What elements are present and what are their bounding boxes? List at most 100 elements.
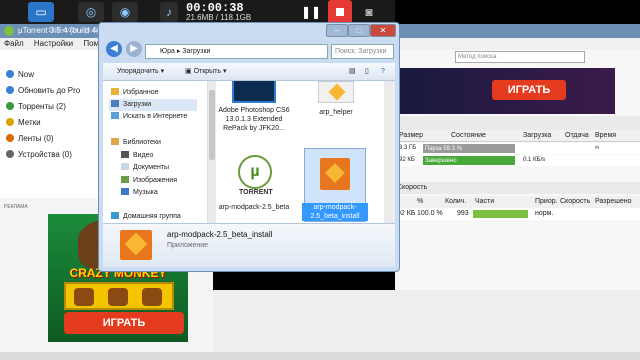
view-options-icon[interactable]: ▤ [349, 63, 356, 81]
col-status[interactable]: Состояние [451, 130, 486, 142]
menu-file[interactable]: Файл [4, 39, 24, 48]
torrents-icon [6, 102, 14, 110]
installer-icon [120, 230, 152, 260]
web-search-icon [111, 112, 119, 119]
file-name-arp-torrent[interactable]: arp-modpack-2.5_beta [218, 203, 290, 212]
status-progress-bar: Завершено [423, 156, 515, 165]
help-icon[interactable]: ? [381, 63, 385, 81]
sidebar-item-devices[interactable]: Устройства (0) [6, 148, 72, 162]
top-ad-play-button[interactable]: ИГРАТЬ [492, 80, 566, 100]
file-name-photoshop[interactable]: Adobe Photoshop CS6 13.0.1.3 Extended Re… [218, 106, 290, 133]
col-upload[interactable]: Отдача [565, 130, 589, 142]
preview-pane-icon[interactable]: ▯ [365, 63, 369, 81]
explorer-toolbar: Упорядочить ▾ ▣ Открыть ▾ ▤ ▯ ? [103, 63, 395, 81]
gamepad-icon[interactable]: ◎ [78, 2, 104, 22]
back-button[interactable]: ◀ [106, 41, 122, 57]
torrent-list-header: Размер Состояние Загрузка Отдача Время [395, 130, 640, 142]
maximize-button[interactable]: □ [348, 24, 370, 37]
label-icon [6, 118, 14, 126]
ad-play-button[interactable]: ИГРАТЬ [64, 312, 184, 334]
ad-label: РЕКЛАМА [4, 204, 28, 210]
rss-icon [6, 134, 14, 142]
utorrent-bottom-panel [213, 290, 640, 360]
microphone-icon[interactable]: ♪ [160, 2, 178, 22]
camera-icon[interactable]: ◙ [358, 2, 380, 22]
explorer-search-input[interactable]: Поиск: Загрузки [331, 44, 394, 59]
utorrent-sidebar: Now Обновить до Pro Торренты (2) Метки Л… [0, 50, 102, 198]
stop-record-button[interactable] [328, 0, 352, 24]
menu-settings[interactable]: Настройки [34, 39, 73, 48]
file-name-arp-install[interactable]: arp-modpack-2.5_beta_install [302, 203, 368, 221]
address-bar[interactable]: Юра ▸ Загрузки [145, 44, 328, 59]
torrent-row[interactable]: 92 КБ Завершено 0.1 КБ/s [395, 155, 640, 166]
slot-machine-icon [64, 282, 174, 310]
utorrent-file-icon[interactable]: µ [238, 155, 272, 189]
installer-icon[interactable] [320, 158, 350, 190]
installer-icon [325, 163, 345, 183]
file-pieces-bar [473, 210, 528, 218]
download-folder-icon [111, 100, 119, 107]
torrent-file-label: TORRENT [239, 189, 273, 196]
explorer-nav-pane: Избранное Загрузки Искать в Интернете Би… [103, 81, 208, 223]
breadcrumb-user[interactable]: Юра [160, 48, 175, 55]
music-icon [121, 188, 129, 195]
nav-favorites[interactable]: Избранное [111, 87, 158, 99]
sidebar-item-labels[interactable]: Метки [6, 116, 41, 130]
sidebar-item-feeds[interactable]: Ленты (0) [6, 132, 54, 146]
minimize-button[interactable]: – [326, 24, 348, 37]
utorrent-logo-icon [4, 26, 14, 36]
nav-homegroup[interactable]: Домашняя группа [111, 211, 181, 223]
arp-helper-icon [328, 83, 346, 101]
sidebar-item-torrents[interactable]: Торренты (2) [6, 100, 66, 114]
nav-downloads[interactable]: Загрузки [109, 99, 197, 111]
pause-icon[interactable]: ❚❚ [300, 2, 322, 22]
device-icon [6, 150, 14, 158]
organize-button[interactable]: Упорядочить ▾ [117, 63, 164, 81]
nav-libraries[interactable]: Библиотеки [111, 137, 161, 149]
pictures-icon [121, 176, 129, 183]
nav-videos[interactable]: Видео [121, 150, 153, 162]
video-icon [121, 151, 129, 158]
file-row[interactable]: 92 КБ 100.0 % 993 норм. [395, 208, 640, 220]
documents-icon [121, 163, 129, 170]
slot-reel-icon [108, 288, 128, 306]
tab-speed[interactable]: Скорость [397, 182, 427, 194]
files-list-header: % Колич. Части Приор. Скорость Разрешено [395, 196, 640, 208]
breadcrumb-downloads[interactable]: Загрузки [182, 48, 210, 55]
utorrent-status-bar [0, 352, 640, 360]
utorrent-search-input[interactable]: Метод поиска [455, 51, 585, 63]
library-icon [111, 138, 119, 145]
star-icon [111, 88, 119, 95]
sidebar-item-upgrade[interactable]: Обновить до Pro [6, 84, 80, 98]
nav-documents[interactable]: Документы [121, 162, 169, 174]
open-button[interactable]: ▣ Открыть ▾ [185, 63, 227, 81]
screen-record-icon[interactable]: ▭ [28, 2, 54, 22]
file-name-arp-helper[interactable]: arp_helper [300, 108, 372, 117]
sidebar-item-now[interactable]: Now [6, 68, 34, 82]
file-area-scrollbar[interactable] [384, 81, 395, 223]
torrent-row[interactable]: 3.3 ГБ Пауза 59.3 % ∞ [395, 143, 640, 154]
details-file-type: Приложение [167, 242, 209, 249]
photoshop-icon[interactable] [232, 81, 276, 103]
col-download[interactable]: Загрузка [523, 130, 551, 142]
details-tabs: Скорость [395, 182, 640, 194]
status-progress-bar: Пауза 59.3 % [423, 144, 515, 153]
nav-music[interactable]: Музыка [121, 187, 158, 199]
homegroup-icon [111, 212, 119, 219]
utorrent-toolbar [395, 116, 640, 130]
now-icon [6, 70, 14, 78]
col-size[interactable]: Размер [399, 130, 423, 142]
webcam-icon[interactable]: ◉ [112, 2, 138, 22]
slot-reel-icon [74, 288, 94, 306]
forward-button[interactable]: ▶ [126, 41, 142, 57]
nav-web-search[interactable]: Искать в Интернете [111, 111, 187, 123]
record-file-size: 21.6MB / 118.1GB [186, 13, 252, 22]
close-button[interactable]: ✕ [370, 24, 396, 37]
details-file-name: arp-modpack-2.5_beta_install [167, 230, 273, 239]
nav-pane-scroll-thumb[interactable] [209, 90, 215, 160]
slot-reel-icon [142, 288, 162, 306]
arp-helper-icon[interactable] [318, 81, 354, 103]
upgrade-icon [6, 86, 14, 94]
col-eta[interactable]: Время [595, 130, 616, 142]
nav-pictures[interactable]: Изображения [121, 175, 177, 187]
